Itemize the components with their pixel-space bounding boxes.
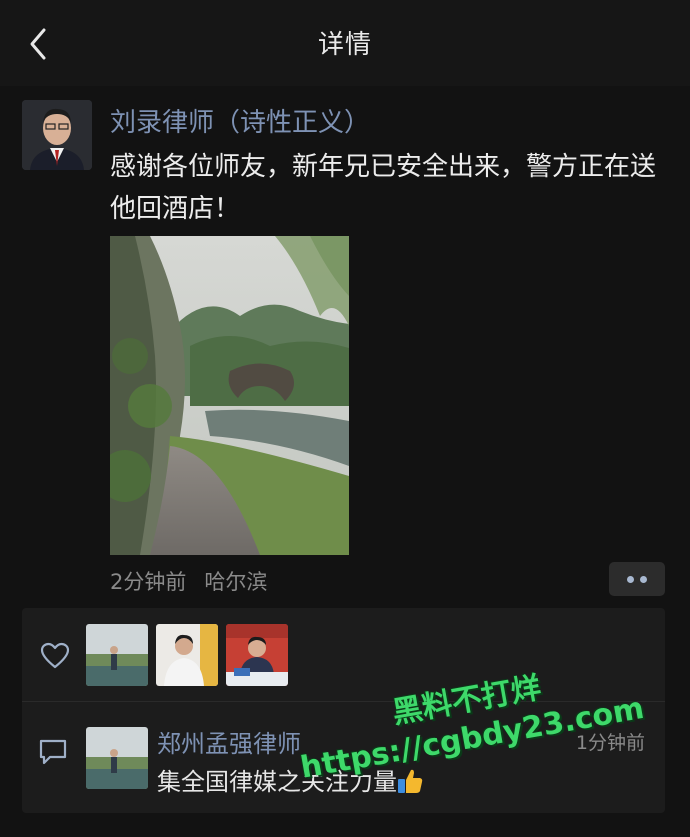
author-avatar[interactable] — [22, 100, 92, 170]
liker-avatar[interactable] — [86, 624, 148, 686]
comment-time: 1分钟前 — [575, 732, 645, 754]
more-dots-icon — [627, 576, 634, 583]
post-text: 感谢各位师友，新年兄已安全出来，警方正在送他回酒店！ — [110, 152, 657, 224]
heart-outline-icon — [40, 642, 70, 669]
page-title: 详情 — [317, 30, 372, 60]
more-dots-icon — [640, 576, 647, 583]
post-meta: 2分钟前 哈尔滨 — [110, 566, 267, 596]
thumbs-up-icon — [398, 769, 423, 793]
commenter-name[interactable]: 郑州孟强律师 — [157, 724, 301, 759]
comment-text: 集全国律媒之关注力量 — [157, 762, 423, 797]
post-time: 2分钟前 — [110, 570, 187, 594]
top-navigation-bar: 详情 — [0, 0, 690, 86]
post-location[interactable]: 哈尔滨 — [204, 570, 267, 594]
comment-icon — [39, 739, 67, 765]
commenter-avatar[interactable] — [86, 727, 148, 789]
liker-avatar[interactable] — [156, 624, 218, 686]
more-actions-button[interactable] — [609, 562, 665, 596]
moment-post: 刘录律师（诗性正义） 感谢各位师友，新年兄已安全出来，警方正在送他回酒店！ 2分… — [0, 86, 690, 837]
liker-avatar[interactable] — [226, 624, 288, 686]
panel-divider — [22, 701, 665, 702]
comment-body: 集全国律媒之关注力量 — [157, 768, 397, 796]
likes-comments-panel: 郑州孟强律师 1分钟前 集全国律媒之关注力量 — [22, 608, 665, 813]
author-name[interactable]: 刘录律师（诗性正义） — [110, 102, 370, 139]
post-photo[interactable] — [110, 236, 349, 555]
